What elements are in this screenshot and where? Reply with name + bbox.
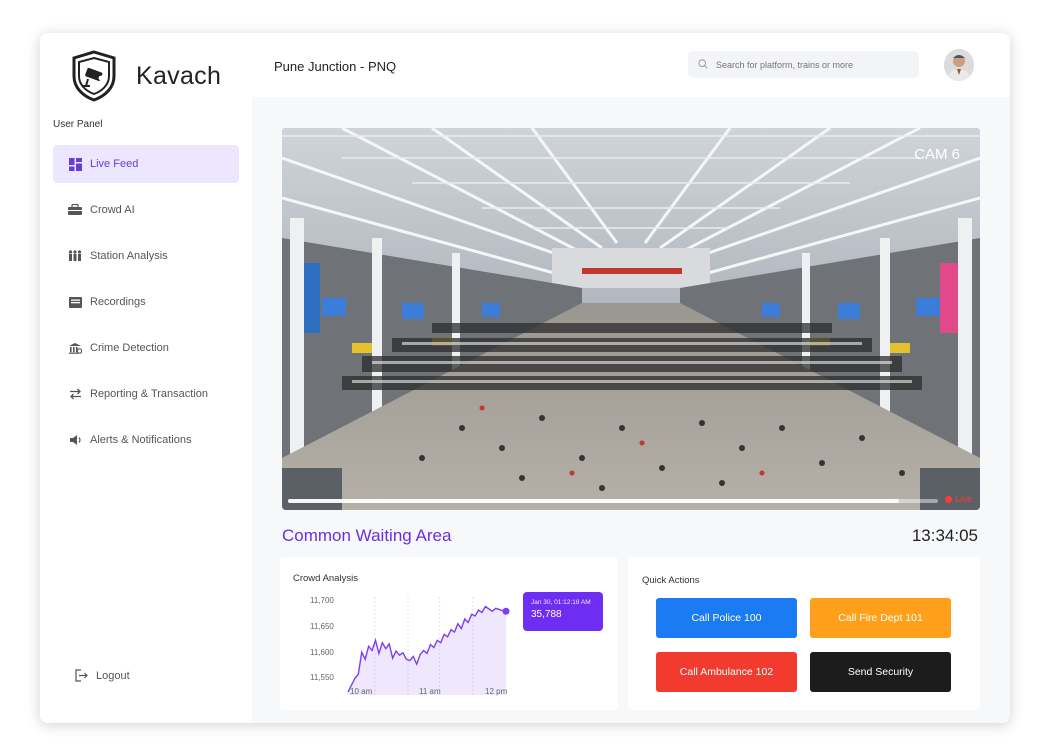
call-ambulance-button[interactable]: Call Ambulance 102	[656, 652, 797, 692]
header: Pune Junction - PNQ	[252, 33, 1010, 97]
playback-progress-bar[interactable]	[288, 499, 938, 503]
sidebar-item-label: Crowd AI	[90, 204, 135, 216]
sidebar-item-live-feed[interactable]: Live Feed	[53, 145, 239, 183]
crowd-analysis-title: Crowd Analysis	[293, 573, 358, 584]
x-tick-label: 11 am	[419, 687, 441, 696]
camera-label: CAM 6	[914, 146, 960, 163]
station-title: Pune Junction - PNQ	[274, 59, 397, 74]
crowd-icon	[68, 203, 82, 217]
logo[interactable]: Kavach	[66, 48, 221, 104]
station-concourse-image	[282, 128, 980, 510]
live-badge: Live	[945, 494, 972, 504]
sidebar-item-label: Live Feed	[90, 158, 139, 170]
main-content: CAM 6 Live Common Waiting Area 13:34:05 …	[252, 97, 1010, 723]
dashboard-icon	[68, 157, 82, 171]
quick-actions-card: Quick Actions Call Police 100 Call Fire …	[628, 557, 980, 710]
sidebar-item-label: Crime Detection	[90, 342, 169, 354]
alert-icon	[68, 433, 82, 447]
playback-progress-fill	[288, 499, 899, 503]
app-window: Kavach User Panel Live Feed Crowd AI Sta…	[40, 33, 1010, 723]
call-fire-dept-button[interactable]: Call Fire Dept 101	[810, 598, 951, 638]
y-tick-label: 11,700	[310, 596, 334, 605]
area-title: Common Waiting Area	[282, 526, 452, 545]
shield-camera-logo-icon	[72, 50, 116, 102]
sidebar-item-label: Alerts & Notifications	[90, 434, 192, 446]
panel-label: User Panel	[53, 119, 103, 130]
crowd-analysis-card: Crowd Analysis 11,700 11,650 11,600 11,5…	[280, 557, 618, 710]
search-input[interactable]	[716, 59, 906, 70]
avatar[interactable]	[944, 49, 974, 81]
chart-tooltip: Jan 30, 01:12:18 AM 35,788	[523, 592, 603, 631]
y-tick-label: 11,650	[310, 622, 334, 631]
recordings-icon	[68, 295, 82, 309]
sidebar-item-label: Station Analysis	[90, 250, 168, 262]
y-tick-label: 11,550	[310, 673, 334, 682]
sidebar-item-alerts-notifications[interactable]: Alerts & Notifications	[53, 421, 239, 459]
logout-label: Logout	[96, 669, 130, 682]
chart-point-marker[interactable]	[502, 607, 510, 615]
camera-feed[interactable]: CAM 6 Live	[282, 128, 980, 510]
logout-icon	[75, 669, 88, 682]
x-tick-label: 12 pm	[485, 687, 508, 696]
sidebar-nav: Live Feed Crowd AI Station Analysis Reco…	[53, 145, 239, 467]
sidebar-item-reporting-transaction[interactable]: Reporting & Transaction	[53, 375, 239, 413]
live-label: Live	[955, 494, 972, 504]
x-tick-label: 10 am	[350, 687, 373, 696]
search-icon	[698, 56, 708, 74]
tooltip-date: Jan 30, 01:12:18 AM	[531, 599, 591, 606]
sidebar-item-station-analysis[interactable]: Station Analysis	[53, 237, 239, 275]
sidebar: Kavach User Panel Live Feed Crowd AI Sta…	[40, 33, 252, 723]
send-security-button[interactable]: Send Security	[810, 652, 951, 692]
call-police-button[interactable]: Call Police 100	[656, 598, 797, 638]
quick-actions-title: Quick Actions	[642, 575, 700, 586]
crime-icon	[68, 341, 82, 355]
tooltip-value: 35,788	[531, 609, 562, 620]
live-dot-icon	[945, 495, 953, 503]
sidebar-item-label: Recordings	[90, 296, 146, 308]
sidebar-item-label: Reporting & Transaction	[90, 388, 209, 400]
search-bar[interactable]	[688, 51, 919, 78]
sidebar-item-recordings[interactable]: Recordings	[53, 283, 239, 321]
live-clock: 13:34:05	[911, 526, 978, 545]
sidebar-item-crowd-ai[interactable]: Crowd AI	[53, 191, 239, 229]
sidebar-item-crime-detection[interactable]: Crime Detection	[53, 329, 239, 367]
y-tick-label: 11,600	[310, 648, 334, 657]
swap-arrows-icon	[68, 387, 82, 401]
logout-button[interactable]: Logout	[75, 669, 130, 682]
app-name: Kavach	[136, 61, 222, 90]
people-analysis-icon	[68, 249, 82, 263]
